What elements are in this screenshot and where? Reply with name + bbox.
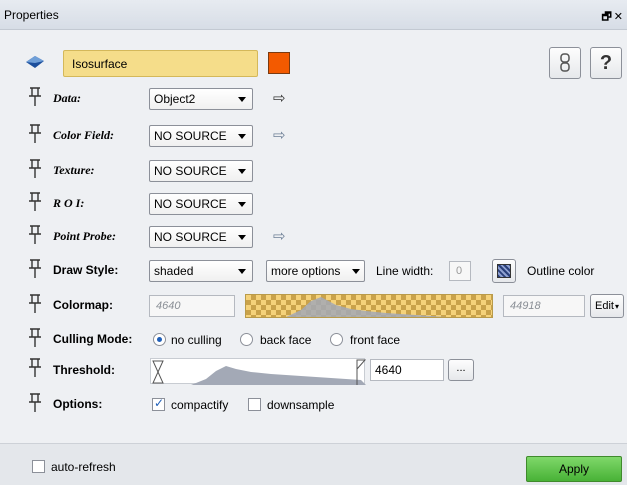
data-label: Data: [53, 91, 81, 105]
culling-mode-label: Culling Mode: [53, 332, 133, 346]
point-probe-select[interactable]: NO SOURCE [149, 226, 253, 248]
color-field-select[interactable]: NO SOURCE [149, 125, 253, 147]
threshold-max-handle[interactable] [356, 359, 366, 385]
threshold-value-input[interactable]: 4640 [370, 359, 444, 381]
auto-refresh-label[interactable]: auto-refresh [51, 460, 116, 474]
color-field-row: Color Field: NO SOURCE ⇨ [0, 124, 627, 148]
no-culling-radio[interactable] [153, 333, 166, 346]
texture-label: Texture: [53, 163, 95, 177]
window-title: Properties [4, 7, 59, 22]
roi-select[interactable]: NO SOURCE [149, 193, 253, 215]
chevron-down-icon [238, 235, 246, 240]
threshold-row: Threshold: 4640 ... [0, 358, 627, 385]
help-button[interactable]: ? [590, 47, 622, 79]
roi-label: R O I: [53, 196, 85, 210]
chevron-down-icon [238, 169, 246, 174]
line-width-input[interactable]: 0 [449, 261, 471, 281]
draw-style-select[interactable]: shaded [149, 260, 253, 282]
link-button[interactable] [549, 47, 581, 79]
front-face-radio[interactable] [330, 333, 343, 346]
properties-titlebar: Properties 🗗✕ [0, 0, 627, 30]
more-options-button[interactable]: more options [266, 260, 365, 282]
isosurface-icon [26, 56, 44, 68]
point-probe-label: Point Probe: [53, 229, 116, 243]
forward-arrow-icon[interactable]: ⇨ [273, 89, 286, 107]
pin-icon[interactable] [28, 159, 42, 179]
outline-color-label: Outline color [527, 264, 595, 278]
properties-panel: Isosurface ? Data: Object2 ⇨ Color Field… [0, 31, 627, 443]
object-name-field[interactable]: Isosurface [63, 50, 258, 77]
texture-row: Texture: NO SOURCE [0, 159, 627, 183]
outline-color-button[interactable] [492, 259, 516, 283]
colormap-max-input[interactable]: 44918 [503, 295, 585, 317]
outline-color-swatch [497, 264, 511, 278]
colormap-histogram [286, 297, 446, 317]
object-color-swatch[interactable] [268, 52, 290, 74]
colormap-edit-button[interactable]: Edit ▾ [590, 294, 624, 318]
downsample-label[interactable]: downsample [267, 398, 334, 412]
chevron-down-icon [238, 97, 246, 102]
forward-arrow-icon[interactable]: ⇨ [273, 227, 286, 245]
chevron-down-icon [352, 269, 360, 274]
threshold-histogram-slider[interactable] [150, 358, 366, 385]
auto-refresh-checkbox[interactable] [32, 460, 45, 473]
texture-select[interactable]: NO SOURCE [149, 160, 253, 182]
pin-icon[interactable] [28, 124, 42, 144]
options-row: Options: compactify downsample [0, 393, 627, 417]
threshold-more-button[interactable]: ... [448, 359, 474, 381]
colormap-row: Colormap: 4640 44918 Edit ▾ [0, 294, 627, 318]
no-culling-label[interactable]: no culling [171, 333, 222, 347]
roi-row: R O I: NO SOURCE [0, 192, 627, 216]
colormap-editor[interactable] [245, 294, 493, 318]
link-icon [560, 53, 570, 72]
point-probe-row: Point Probe: NO SOURCE ⇨ [0, 225, 627, 249]
line-width-label: Line width: [376, 264, 434, 278]
chevron-down-icon: ▾ [614, 301, 619, 311]
pin-icon[interactable] [28, 358, 42, 378]
pin-icon[interactable] [28, 225, 42, 245]
forward-arrow-icon[interactable]: ⇨ [273, 126, 286, 144]
pin-icon[interactable] [28, 393, 42, 413]
threshold-label: Threshold: [53, 363, 115, 377]
colormap-min-input[interactable]: 4640 [149, 295, 235, 317]
data-select[interactable]: Object2 [149, 88, 253, 110]
pin-icon[interactable] [28, 259, 42, 279]
threshold-histogram [152, 360, 366, 385]
back-face-label[interactable]: back face [260, 333, 311, 347]
draw-style-row: Draw Style: shaded more options Line wid… [0, 259, 627, 283]
downsample-checkbox[interactable] [248, 398, 261, 411]
float-icon[interactable]: 🗗 [601, 11, 613, 23]
properties-footer: auto-refresh Apply [0, 443, 627, 485]
data-row: Data: Object2 ⇨ [0, 87, 627, 111]
chevron-down-icon [238, 134, 246, 139]
colormap-label: Colormap: [53, 298, 113, 312]
apply-button[interactable]: Apply [526, 456, 622, 482]
pin-icon[interactable] [28, 294, 42, 314]
color-field-label: Color Field: [53, 128, 115, 142]
front-face-label[interactable]: front face [350, 333, 400, 347]
chevron-down-icon [238, 202, 246, 207]
draw-style-label: Draw Style: [53, 263, 119, 277]
options-label: Options: [53, 397, 103, 411]
pin-icon[interactable] [28, 192, 42, 212]
pin-icon[interactable] [28, 87, 42, 107]
compactify-label[interactable]: compactify [171, 398, 228, 412]
compactify-checkbox[interactable] [152, 396, 165, 411]
pin-icon[interactable] [28, 328, 42, 348]
culling-mode-row: Culling Mode: no culling back face front… [0, 328, 627, 352]
chevron-down-icon [238, 269, 246, 274]
back-face-radio[interactable] [240, 333, 253, 346]
close-icon[interactable]: ✕ [614, 11, 625, 23]
